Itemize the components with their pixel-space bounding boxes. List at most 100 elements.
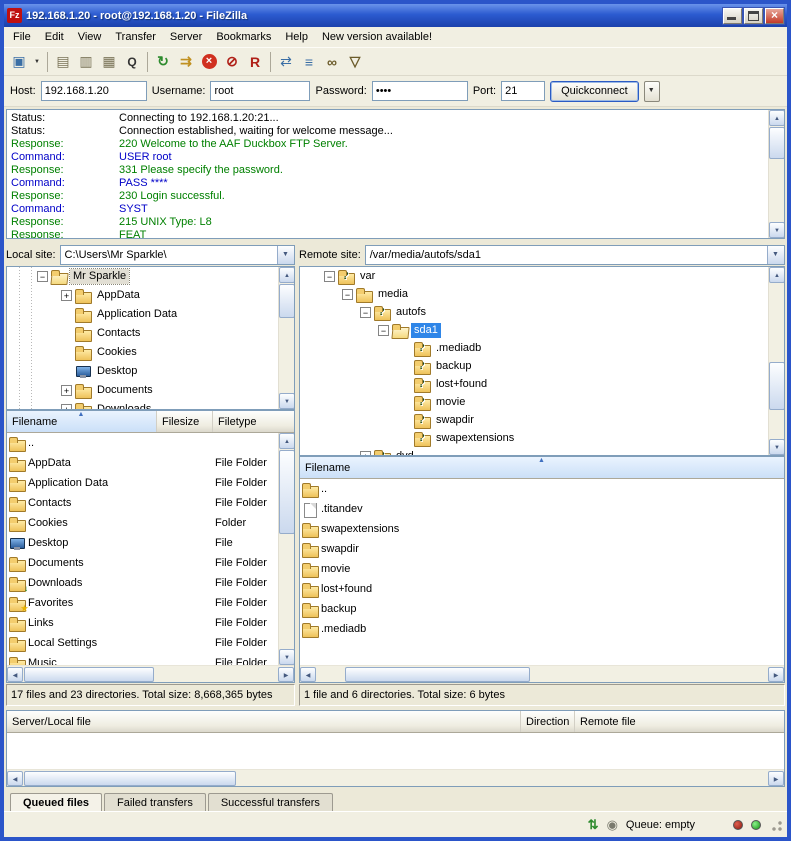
column-header-filetype[interactable]: Filetype xyxy=(213,411,294,432)
scroll-up-icon[interactable] xyxy=(769,110,785,126)
tree-item[interactable]: ?.mediadb xyxy=(300,339,784,357)
close-button[interactable] xyxy=(765,8,784,24)
scroll-up-icon[interactable] xyxy=(769,267,785,283)
file-row[interactable]: .. xyxy=(7,433,294,453)
scroll-thumb[interactable] xyxy=(24,667,154,682)
file-row[interactable]: Local SettingsFile Folder xyxy=(7,633,294,653)
menu-item-new-version[interactable]: New version available! xyxy=(315,28,439,47)
file-row[interactable]: lost+found xyxy=(300,579,784,599)
scroll-right-icon[interactable] xyxy=(768,667,784,682)
collapse-icon[interactable] xyxy=(378,325,389,336)
quickconnect-dropdown-icon[interactable] xyxy=(644,81,660,102)
speed-limits-icon[interactable]: ⇅ xyxy=(588,817,599,833)
tree-item[interactable]: ?swapdir xyxy=(300,411,784,429)
scroll-thumb[interactable] xyxy=(345,667,530,682)
tree-item[interactable]: ?dvd xyxy=(300,447,784,456)
local-list-hscrollbar[interactable] xyxy=(7,665,294,682)
file-row[interactable]: Application DataFile Folder xyxy=(7,473,294,493)
tree-item[interactable]: ?autofs xyxy=(300,303,784,321)
tree-item[interactable]: ?lost+found xyxy=(300,375,784,393)
toggle-log-icon[interactable]: ▤ xyxy=(52,51,74,73)
column-header-server-local-file[interactable]: Server/Local file xyxy=(7,711,521,732)
site-manager-dropdown-icon[interactable] xyxy=(31,51,43,73)
menu-item-server[interactable]: Server xyxy=(163,28,209,47)
host-input[interactable] xyxy=(41,81,147,101)
find-files-icon[interactable]: ∞ xyxy=(321,51,343,73)
tree-item[interactable]: Contacts xyxy=(7,324,294,343)
tab-queued-files[interactable]: Queued files xyxy=(10,793,102,811)
scroll-right-icon[interactable] xyxy=(278,667,294,682)
scroll-thumb[interactable] xyxy=(769,362,785,410)
port-input[interactable] xyxy=(501,81,545,101)
toggle-local-tree-icon[interactable]: ▥ xyxy=(75,51,97,73)
queue-hscrollbar[interactable] xyxy=(7,769,784,786)
scroll-thumb[interactable] xyxy=(279,284,295,318)
menu-item-help[interactable]: Help xyxy=(278,28,315,47)
directory-comparison-icon[interactable]: ≡ xyxy=(298,51,320,73)
scroll-down-icon[interactable] xyxy=(769,222,785,238)
file-row[interactable]: AppDataFile Folder xyxy=(7,453,294,473)
column-header-filename[interactable]: Filename xyxy=(7,411,157,432)
reconnect-icon[interactable]: R xyxy=(244,51,266,73)
scroll-left-icon[interactable] xyxy=(300,667,316,682)
process-queue-icon[interactable]: ⇉ xyxy=(175,51,197,73)
minimize-button[interactable] xyxy=(723,8,742,24)
tree-item[interactable]: ?var xyxy=(300,267,784,285)
disconnect-icon[interactable]: ⊘ xyxy=(221,51,243,73)
refresh-icon[interactable]: ↻ xyxy=(152,51,174,73)
quickconnect-button[interactable]: Quickconnect xyxy=(550,81,639,102)
collapse-icon[interactable] xyxy=(360,307,371,318)
expand-icon[interactable] xyxy=(61,404,72,410)
resize-grip[interactable] xyxy=(769,818,783,832)
file-row[interactable]: DocumentsFile Folder xyxy=(7,553,294,573)
file-row[interactable]: CookiesFolder xyxy=(7,513,294,533)
toggle-remote-tree-icon[interactable]: ▦ xyxy=(98,51,120,73)
menu-item-file[interactable]: File xyxy=(6,28,38,47)
scroll-down-icon[interactable] xyxy=(769,439,785,455)
scroll-up-icon[interactable] xyxy=(279,433,294,449)
collapse-icon[interactable] xyxy=(324,271,335,282)
remote-site-combo[interactable]: /var/media/autofs/sda1 xyxy=(365,245,785,265)
column-header-direction[interactable]: Direction xyxy=(521,711,575,732)
file-row[interactable]: ★FavoritesFile Folder xyxy=(7,593,294,613)
tree-item[interactable]: Desktop xyxy=(7,362,294,381)
menu-item-edit[interactable]: Edit xyxy=(38,28,71,47)
collapse-icon[interactable] xyxy=(342,289,353,300)
local-list-scrollbar[interactable] xyxy=(278,433,294,665)
menu-item-bookmarks[interactable]: Bookmarks xyxy=(209,28,278,47)
filter-icon[interactable]: ▽ xyxy=(344,51,366,73)
column-header-remote-file[interactable]: Remote file xyxy=(575,711,784,732)
tree-item[interactable]: AppData xyxy=(7,286,294,305)
toggle-queue-icon[interactable]: Q xyxy=(121,51,143,73)
scroll-right-icon[interactable] xyxy=(768,771,784,786)
scroll-thumb[interactable] xyxy=(24,771,236,786)
tab-failed-transfers[interactable]: Failed transfers xyxy=(104,793,206,811)
file-row[interactable]: ♪MusicFile Folder xyxy=(7,653,294,665)
tree-item[interactable]: Application Data xyxy=(7,305,294,324)
scroll-up-icon[interactable] xyxy=(279,267,295,283)
tree-item[interactable]: media xyxy=(300,285,784,303)
expand-icon[interactable] xyxy=(360,451,371,457)
column-header-filename[interactable]: Filename xyxy=(300,457,784,478)
tree-item[interactable]: Mr Sparkle xyxy=(7,267,294,286)
scroll-thumb[interactable] xyxy=(769,127,785,159)
activity-monitor-icon[interactable]: ◉ xyxy=(607,817,618,833)
menu-item-view[interactable]: View xyxy=(71,28,109,47)
file-row[interactable]: movie xyxy=(300,559,784,579)
tree-item[interactable]: Downloads xyxy=(7,400,294,410)
cancel-icon[interactable]: × xyxy=(198,51,220,73)
remote-tree-scrollbar[interactable] xyxy=(768,267,784,455)
maximize-button[interactable] xyxy=(744,8,763,24)
combo-dropdown-icon[interactable] xyxy=(767,246,784,264)
site-manager-icon[interactable]: ▣ xyxy=(8,51,30,73)
username-input[interactable] xyxy=(210,81,310,101)
file-row[interactable]: .. xyxy=(300,479,784,499)
scroll-down-icon[interactable] xyxy=(279,649,294,665)
remote-list-hscrollbar[interactable] xyxy=(300,665,784,682)
file-row[interactable]: .mediadb xyxy=(300,619,784,639)
tree-item[interactable]: ?swapextensions xyxy=(300,429,784,447)
password-input[interactable] xyxy=(372,81,468,101)
scroll-down-icon[interactable] xyxy=(279,393,295,409)
file-row[interactable]: DesktopFile xyxy=(7,533,294,553)
tree-item[interactable]: Cookies xyxy=(7,343,294,362)
